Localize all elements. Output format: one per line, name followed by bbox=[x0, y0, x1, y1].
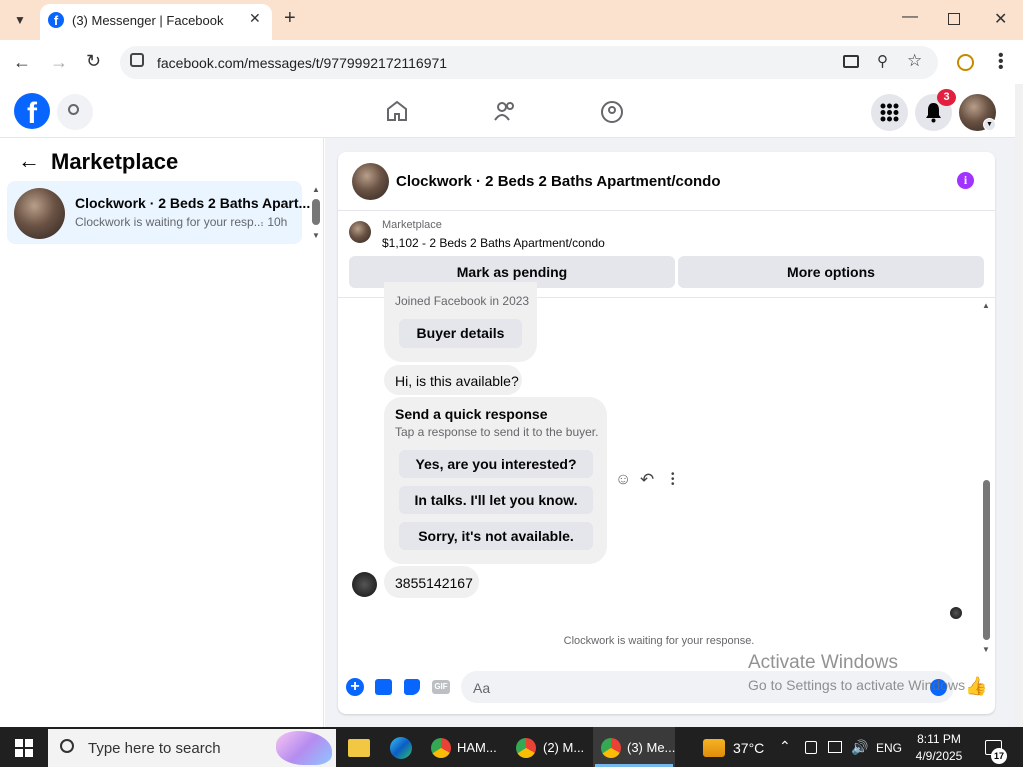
add-attachment-icon[interactable]: + bbox=[346, 678, 364, 696]
message-text: 3855142167 bbox=[395, 575, 473, 591]
menu-button[interactable] bbox=[871, 94, 908, 131]
search-button[interactable] bbox=[57, 94, 93, 130]
buyer-details-button[interactable]: Buyer details bbox=[399, 319, 522, 348]
listing-detail[interactable]: $1,102 - 2 Beds 2 Baths Apartment/condo bbox=[382, 236, 605, 250]
new-tab-button[interactable]: + bbox=[284, 7, 296, 30]
maximize-button[interactable] bbox=[948, 13, 960, 25]
sidebar-scrollbar-thumb[interactable] bbox=[312, 199, 320, 225]
taskbar-app[interactable]: (3) Me... bbox=[627, 740, 675, 755]
weather-icon[interactable] bbox=[703, 739, 725, 757]
profile-icon[interactable] bbox=[957, 54, 974, 71]
message-text: Hi, is this available? bbox=[395, 373, 519, 389]
friends-nav-button[interactable] bbox=[493, 100, 517, 122]
tray-chevron-icon[interactable]: ⌃ bbox=[779, 738, 791, 755]
seen-avatar bbox=[950, 607, 962, 619]
chat-scrollbar-thumb[interactable] bbox=[983, 480, 990, 640]
file-explorer-icon[interactable] bbox=[348, 739, 370, 757]
conversation-preview: Clockwork is waiting for your resp... bbox=[75, 215, 264, 229]
bookmark-star-icon[interactable]: ☆ bbox=[907, 51, 922, 71]
listing-thumbnail[interactable] bbox=[349, 221, 371, 243]
quick-response-option[interactable]: Yes, are you interested? bbox=[399, 450, 593, 478]
start-button[interactable] bbox=[15, 739, 33, 757]
groups-icon bbox=[601, 101, 623, 123]
tab-list-button[interactable]: ▼ bbox=[8, 8, 32, 32]
weather-temperature[interactable]: 37°C bbox=[733, 740, 764, 756]
sidebar-scroll-up-icon[interactable]: ▲ bbox=[312, 185, 320, 194]
action-center-badge: 17 bbox=[991, 748, 1007, 764]
taskbar-app[interactable]: HAM... bbox=[457, 740, 497, 755]
bell-icon bbox=[926, 103, 941, 123]
like-thumb-icon[interactable]: 👍 bbox=[965, 676, 987, 697]
minimize-button[interactable]: — bbox=[902, 8, 918, 26]
sticker-icon[interactable] bbox=[404, 679, 420, 695]
windows-logo-icon bbox=[15, 739, 33, 757]
account-chevron-icon[interactable]: ▼ bbox=[983, 118, 996, 131]
install-app-icon[interactable] bbox=[843, 55, 859, 68]
listing-label: Marketplace bbox=[382, 219, 442, 231]
conversation-time: · 10h bbox=[260, 215, 288, 229]
language-indicator[interactable]: ENG bbox=[876, 741, 902, 755]
edge-icon[interactable] bbox=[390, 737, 412, 759]
more-options-button[interactable]: More options bbox=[678, 256, 984, 288]
close-window-button[interactable]: ✕ bbox=[994, 9, 1007, 29]
joined-text: Joined Facebook in 2023 bbox=[395, 294, 530, 308]
quick-response-title: Send a quick response bbox=[395, 406, 548, 422]
sidebar-scroll-down-icon[interactable]: ▼ bbox=[312, 231, 320, 240]
home-nav-button[interactable] bbox=[385, 100, 409, 122]
groups-nav-button[interactable] bbox=[600, 100, 624, 124]
quick-response-option[interactable]: In talks. I'll let you know. bbox=[399, 486, 593, 514]
taskbar-search-placeholder: Type here to search bbox=[88, 740, 221, 757]
volume-icon[interactable]: 🔊 bbox=[851, 739, 868, 756]
back-arrow-icon[interactable]: ← bbox=[18, 148, 40, 174]
home-icon bbox=[387, 100, 407, 121]
chat-scroll-up-icon[interactable]: ▲ bbox=[982, 301, 990, 310]
taskbar-app[interactable]: (2) M... bbox=[543, 740, 584, 755]
conversation-title: Clockwork · 2 Beds 2 Baths Apart... bbox=[75, 195, 311, 211]
taskbar-search-icon bbox=[60, 739, 74, 753]
photo-icon[interactable] bbox=[375, 679, 392, 695]
quick-response-subtitle: Tap a response to send it to the buyer. bbox=[395, 425, 599, 439]
conversation-avatar bbox=[14, 188, 65, 239]
reply-icon[interactable]: ↶ bbox=[640, 470, 654, 490]
back-icon[interactable]: ← bbox=[13, 52, 31, 73]
tab-close-icon[interactable]: ✕ bbox=[249, 10, 261, 27]
network-icon[interactable] bbox=[828, 741, 842, 753]
facebook-favicon-icon: f bbox=[48, 12, 64, 28]
message-input-placeholder: Aa bbox=[473, 680, 491, 696]
chat-header-avatar[interactable] bbox=[352, 163, 389, 200]
url-text[interactable]: facebook.com/messages/t/9779992172116971 bbox=[157, 55, 447, 71]
tab-title: (3) Messenger | Facebook bbox=[72, 13, 224, 28]
apps-grid-icon bbox=[880, 103, 899, 122]
more-actions-icon[interactable]: • • • bbox=[671, 470, 675, 490]
info-icon[interactable]: i bbox=[957, 172, 974, 189]
clock-date[interactable]: 4/9/2025 bbox=[913, 749, 965, 763]
zoom-icon[interactable]: ⚲ bbox=[877, 52, 888, 70]
activate-windows-subtitle: Go to Settings to activate Windows. bbox=[748, 677, 966, 693]
page-scrollbar[interactable] bbox=[1015, 84, 1023, 727]
forward-icon[interactable]: → bbox=[50, 52, 68, 73]
chrome-icon[interactable] bbox=[431, 738, 451, 758]
reload-icon[interactable]: ↻ bbox=[86, 51, 101, 72]
chat-scroll-down-icon[interactable]: ▼ bbox=[982, 645, 990, 654]
meet-now-icon[interactable] bbox=[805, 741, 817, 754]
header-divider bbox=[338, 210, 995, 211]
chrome-icon[interactable] bbox=[601, 738, 621, 758]
react-smiley-icon[interactable]: ☺ bbox=[615, 471, 631, 489]
chrome-icon[interactable] bbox=[516, 738, 536, 758]
search-icon bbox=[68, 104, 79, 115]
notification-badge: 3 bbox=[937, 89, 956, 106]
clock-time[interactable]: 8:11 PM bbox=[917, 732, 961, 746]
site-info-icon[interactable] bbox=[130, 53, 144, 67]
browser-menu-icon[interactable]: • • • bbox=[998, 48, 1004, 76]
status-text: Clockwork is waiting for your response. bbox=[563, 635, 755, 647]
activate-windows-title: Activate Windows bbox=[748, 652, 898, 673]
sender-avatar[interactable] bbox=[352, 572, 377, 597]
facebook-logo-icon[interactable]: f bbox=[14, 93, 50, 129]
friends-icon bbox=[494, 102, 514, 121]
gif-icon[interactable]: GIF bbox=[432, 680, 450, 694]
quick-response-option[interactable]: Sorry, it's not available. bbox=[399, 522, 593, 550]
chat-title[interactable]: Clockwork · 2 Beds 2 Baths Apartment/con… bbox=[396, 173, 721, 190]
sidebar-title: Marketplace bbox=[51, 149, 179, 174]
